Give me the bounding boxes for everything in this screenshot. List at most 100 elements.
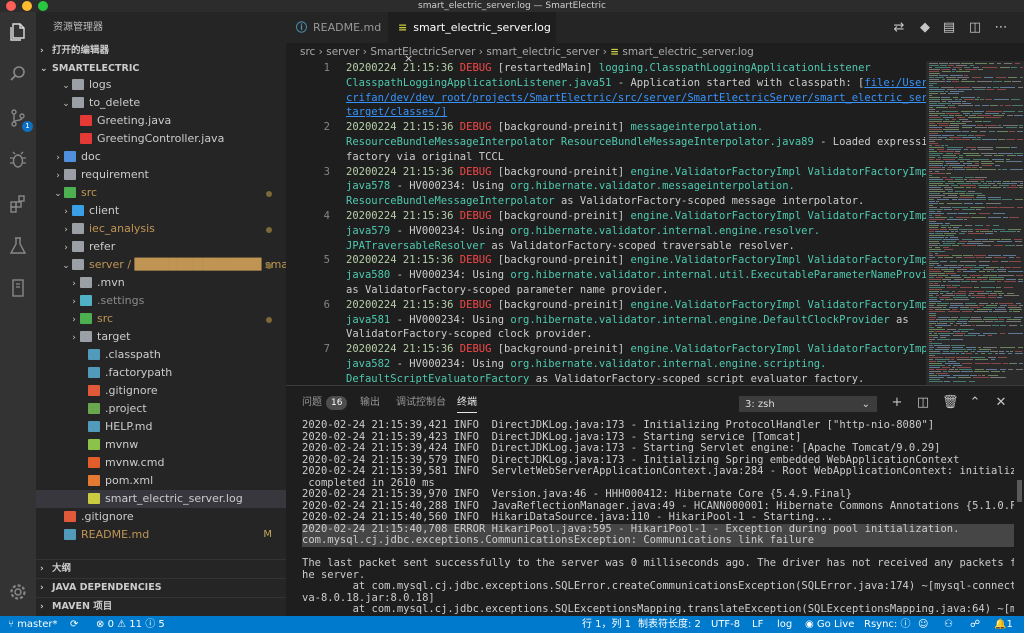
minimap-line (963, 323, 967, 324)
minimap-line (929, 207, 937, 208)
tree-item[interactable]: › src (36, 310, 286, 328)
token: JPATraversableResolver (346, 239, 486, 252)
minimap-line (952, 69, 956, 70)
debug-icon[interactable] (6, 148, 30, 172)
minimap-line (950, 305, 964, 306)
tree-item[interactable]: .classpath (36, 346, 286, 364)
tree-item[interactable]: Greeting.java (36, 112, 286, 130)
minimap-line (1001, 239, 1011, 240)
minimap-line (995, 161, 1004, 162)
tree-item[interactable]: mvnw (36, 436, 286, 454)
panel-tabs: 问题 16 输出 调试控制台 终端 3: zsh ⌄ + ◫ 🗑 ⌃ ✕ (286, 386, 1024, 420)
problems-indicator[interactable]: ⊗ 0 ⚠ 11 ⓘ 5 (96, 616, 165, 633)
trash-icon[interactable]: 🗑 (942, 396, 959, 410)
open-editors-section[interactable]: › 打开的编辑器 (36, 42, 286, 60)
end-of-line[interactable]: LF (752, 616, 763, 633)
minimap-line (985, 99, 992, 100)
tree-item[interactable]: › requirement (36, 166, 286, 184)
encoding[interactable]: UTF-8 (711, 616, 740, 633)
test-flask-icon[interactable] (6, 234, 30, 258)
split-terminal-icon[interactable]: ◫ (916, 396, 930, 410)
live-share-icon[interactable]: ☍ (970, 616, 980, 633)
tree-item[interactable]: .gitignore (36, 382, 286, 400)
tab-readme[interactable]: ⓘ README.md (286, 12, 396, 43)
compare-changes-icon[interactable]: ⇄ (892, 21, 906, 35)
git-branch-icon: ⑂ (8, 619, 18, 630)
rsync-status[interactable]: Rsync: ⓘ (864, 616, 910, 633)
tree-item[interactable]: .factorypath (36, 364, 286, 382)
search-icon[interactable] (6, 62, 30, 86)
tree-item[interactable]: smart_electric_server.log (36, 490, 286, 508)
tab-terminal[interactable]: 终端 (457, 386, 477, 420)
remote-explorer-icon[interactable] (6, 276, 30, 300)
tree-item[interactable]: mvnw.cmd (36, 454, 286, 472)
tree-item[interactable]: ⌄ to_delete (36, 94, 286, 112)
close-panel-icon[interactable]: ✕ (994, 396, 1008, 410)
tree-item[interactable]: › refer (36, 238, 286, 256)
tree-item[interactable]: › target (36, 328, 286, 346)
maximize-panel-icon[interactable]: ⌃ (968, 396, 982, 410)
tree-item[interactable]: › iec_analysis (36, 220, 286, 238)
breadcrumb-item[interactable]: SmartElectricServer (370, 46, 475, 58)
tree-item[interactable]: › .settings (36, 292, 286, 310)
source-control-icon[interactable]: 1 (6, 106, 33, 132)
sidebar-section[interactable]: › 大纲 (36, 559, 286, 578)
tree-item[interactable]: .project (36, 400, 286, 418)
minimap[interactable] (926, 61, 1024, 385)
tree-item[interactable]: › client (36, 202, 286, 220)
explorer-icon[interactable] (6, 20, 30, 44)
minimap-line (946, 113, 960, 114)
breadcrumb-item[interactable]: src (300, 46, 315, 58)
minimap-line (1017, 139, 1023, 140)
tree-item[interactable]: .gitignore (36, 508, 286, 526)
tree-item[interactable]: HELP.md (36, 418, 286, 436)
tree-item[interactable]: › doc (36, 148, 286, 166)
new-terminal-icon[interactable]: + (890, 396, 904, 410)
tab-problems[interactable]: 问题 16 (302, 386, 348, 420)
status-bar: ⑂ master* ⟳ ⊗ 0 ⚠ 11 ⓘ 5 行 1，列 1 制表符长度: … (0, 616, 1024, 633)
minimap-line (977, 115, 991, 116)
tab-smart-electric-server-log[interactable]: ≡ smart_electric_server.log × (388, 12, 556, 65)
tree-item[interactable]: ⌄ server / ███████████████ sma... (36, 256, 298, 274)
tab-debug-console[interactable]: 调试控制台 (396, 386, 446, 420)
more-actions-icon[interactable]: ⋯ (994, 21, 1008, 35)
sidebar-section[interactable]: › JAVA DEPENDENCIES (36, 578, 286, 597)
sidebar-section[interactable]: › MAVEN 项目 (36, 597, 286, 616)
terminal-select[interactable]: 3: zsh ⌄ (739, 396, 877, 412)
git-lens-icon[interactable]: ◆ (918, 21, 932, 35)
go-live-button[interactable]: ◉ Go Live (805, 616, 854, 633)
tab-size[interactable]: 制表符长度: 2 (638, 616, 701, 633)
open-preview-icon[interactable]: ▤ (942, 21, 956, 35)
sync-icon[interactable]: ⟳ (70, 616, 78, 633)
branch-indicator[interactable]: ⑂ master* (8, 616, 57, 633)
minimap-line (998, 307, 1005, 308)
tree-item[interactable]: ⌄ src (36, 184, 286, 202)
tree-item-label: to_delete (89, 96, 141, 109)
breadcrumb-item[interactable]: server (326, 46, 359, 58)
file-icon (88, 367, 100, 378)
breadcrumb-item[interactable]: smart_electric_server (486, 46, 599, 58)
minimap-line (969, 293, 974, 294)
minimap-line (981, 287, 995, 288)
minimap-line (929, 125, 937, 126)
language-mode[interactable]: log (777, 616, 792, 633)
tree-item[interactable]: GreetingController.java (36, 130, 286, 148)
code-view[interactable]: 1 20200224 21:15:36 DEBUG [restartedMain]… (286, 61, 926, 385)
tree-item[interactable]: README.md M (36, 526, 286, 544)
cursor-position[interactable]: 行 1，列 1 (582, 616, 631, 633)
minimap-line (944, 209, 952, 210)
tree-item[interactable]: › .mvn (36, 274, 286, 292)
terminal-scrollbar[interactable] (1017, 480, 1022, 502)
tab-output[interactable]: 输出 (360, 386, 380, 420)
breadcrumb-item[interactable]: smart_electric_server.log (622, 46, 753, 58)
feedback-icon[interactable]: ☺ (918, 616, 928, 633)
tree-item[interactable]: pom.xml (36, 472, 286, 490)
person-icon[interactable]: ⚇ (944, 616, 953, 633)
split-editor-icon[interactable]: ◫ (968, 21, 982, 35)
tree-item[interactable]: ⌄ logs (36, 76, 286, 94)
settings-gear-icon[interactable] (6, 580, 30, 604)
terminal-output[interactable]: 2020-02-24 21:15:39,421 INFO DirectJDKLo… (302, 420, 1014, 617)
extensions-icon[interactable] (6, 192, 30, 216)
notifications-indicator[interactable]: 🔔1 (994, 616, 1013, 633)
minimap-line (977, 277, 988, 278)
